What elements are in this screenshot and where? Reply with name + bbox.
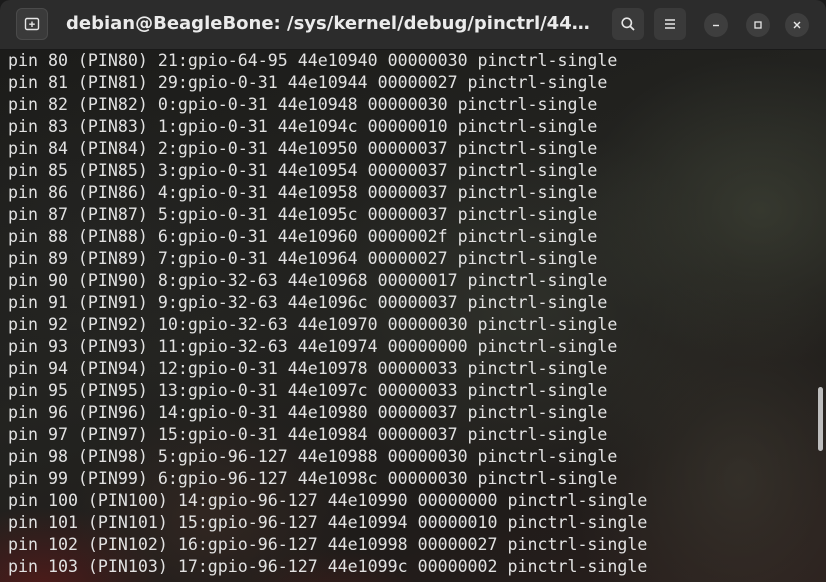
minimize-button[interactable] [704, 13, 728, 37]
hamburger-menu-icon [665, 19, 675, 29]
title-bar[interactable]: debian@BeagleBone: /sys/kernel/debug/pin… [0, 0, 826, 50]
terminal-line: pin 80 (PIN80) 21:gpio-64-95 44e10940 00… [8, 51, 618, 70]
scrollbar-thumb[interactable] [818, 387, 823, 451]
terminal-line: pin 86 (PIN86) 4:gpio-0-31 44e10958 0000… [8, 183, 598, 202]
terminal-line: pin 94 (PIN94) 12:gpio-0-31 44e10978 000… [8, 359, 608, 378]
terminal-line: pin 87 (PIN87) 5:gpio-0-31 44e1095c 0000… [8, 205, 598, 224]
terminal-line: pin 83 (PIN83) 1:gpio-0-31 44e1094c 0000… [8, 117, 598, 136]
maximize-button[interactable] [746, 13, 770, 37]
terminal-window: debian@BeagleBone: /sys/kernel/debug/pin… [0, 0, 826, 582]
search-icon [621, 17, 635, 31]
terminal-line: pin 98 (PIN98) 5:gpio-96-127 44e10988 00… [8, 447, 618, 466]
terminal-line: pin 101 (PIN101) 15:gpio-96-127 44e10994… [8, 513, 648, 532]
terminal-line: pin 97 (PIN97) 15:gpio-0-31 44e10984 000… [8, 425, 608, 444]
terminal-line: pin 92 (PIN92) 10:gpio-32-63 44e10970 00… [8, 315, 618, 334]
terminal-line: pin 89 (PIN89) 7:gpio-0-31 44e10964 0000… [8, 249, 598, 268]
terminal-lines: pin 80 (PIN80) 21:gpio-64-95 44e10940 00… [8, 50, 647, 578]
new-tab-icon [24, 17, 40, 31]
terminal-line: pin 96 (PIN96) 14:gpio-0-31 44e10980 000… [8, 403, 608, 422]
terminal-line: pin 88 (PIN88) 6:gpio-0-31 44e10960 0000… [8, 227, 598, 246]
terminal-line: pin 102 (PIN102) 16:gpio-96-127 44e10998… [8, 535, 648, 554]
terminal-line: pin 81 (PIN81) 29:gpio-0-31 44e10944 000… [8, 73, 608, 92]
terminal-output[interactable]: pin 80 (PIN80) 21:gpio-64-95 44e10940 00… [0, 50, 826, 582]
minimize-icon [713, 24, 719, 27]
window-title: debian@BeagleBone: /sys/kernel/debug/pin… [66, 13, 594, 34]
search-button[interactable] [612, 8, 644, 40]
terminal-line: pin 90 (PIN90) 8:gpio-32-63 44e10968 000… [8, 271, 608, 290]
terminal-line: pin 93 (PIN93) 11:gpio-32-63 44e10974 00… [8, 337, 618, 356]
terminal-line: pin 82 (PIN82) 0:gpio-0-31 44e10948 0000… [8, 95, 598, 114]
terminal-line: pin 103 (PIN103) 17:gpio-96-127 44e1099c… [8, 557, 648, 576]
maximize-icon [754, 21, 762, 29]
terminal-line: pin 91 (PIN91) 9:gpio-32-63 44e1096c 000… [8, 293, 608, 312]
terminal-line: pin 85 (PIN85) 3:gpio-0-31 44e10954 0000… [8, 161, 598, 180]
terminal-line: pin 100 (PIN100) 14:gpio-96-127 44e10990… [8, 491, 648, 510]
terminal-line: pin 99 (PIN99) 6:gpio-96-127 44e1098c 00… [8, 469, 618, 488]
close-button[interactable] [785, 13, 809, 37]
terminal-line: pin 95 (PIN95) 13:gpio-0-31 44e1097c 000… [8, 381, 608, 400]
new-tab-button[interactable] [16, 8, 48, 40]
scrollbar[interactable] [812, 50, 826, 582]
terminal-line: pin 84 (PIN84) 2:gpio-0-31 44e10950 0000… [8, 139, 598, 158]
menu-button[interactable] [654, 8, 686, 40]
close-icon [793, 21, 801, 29]
